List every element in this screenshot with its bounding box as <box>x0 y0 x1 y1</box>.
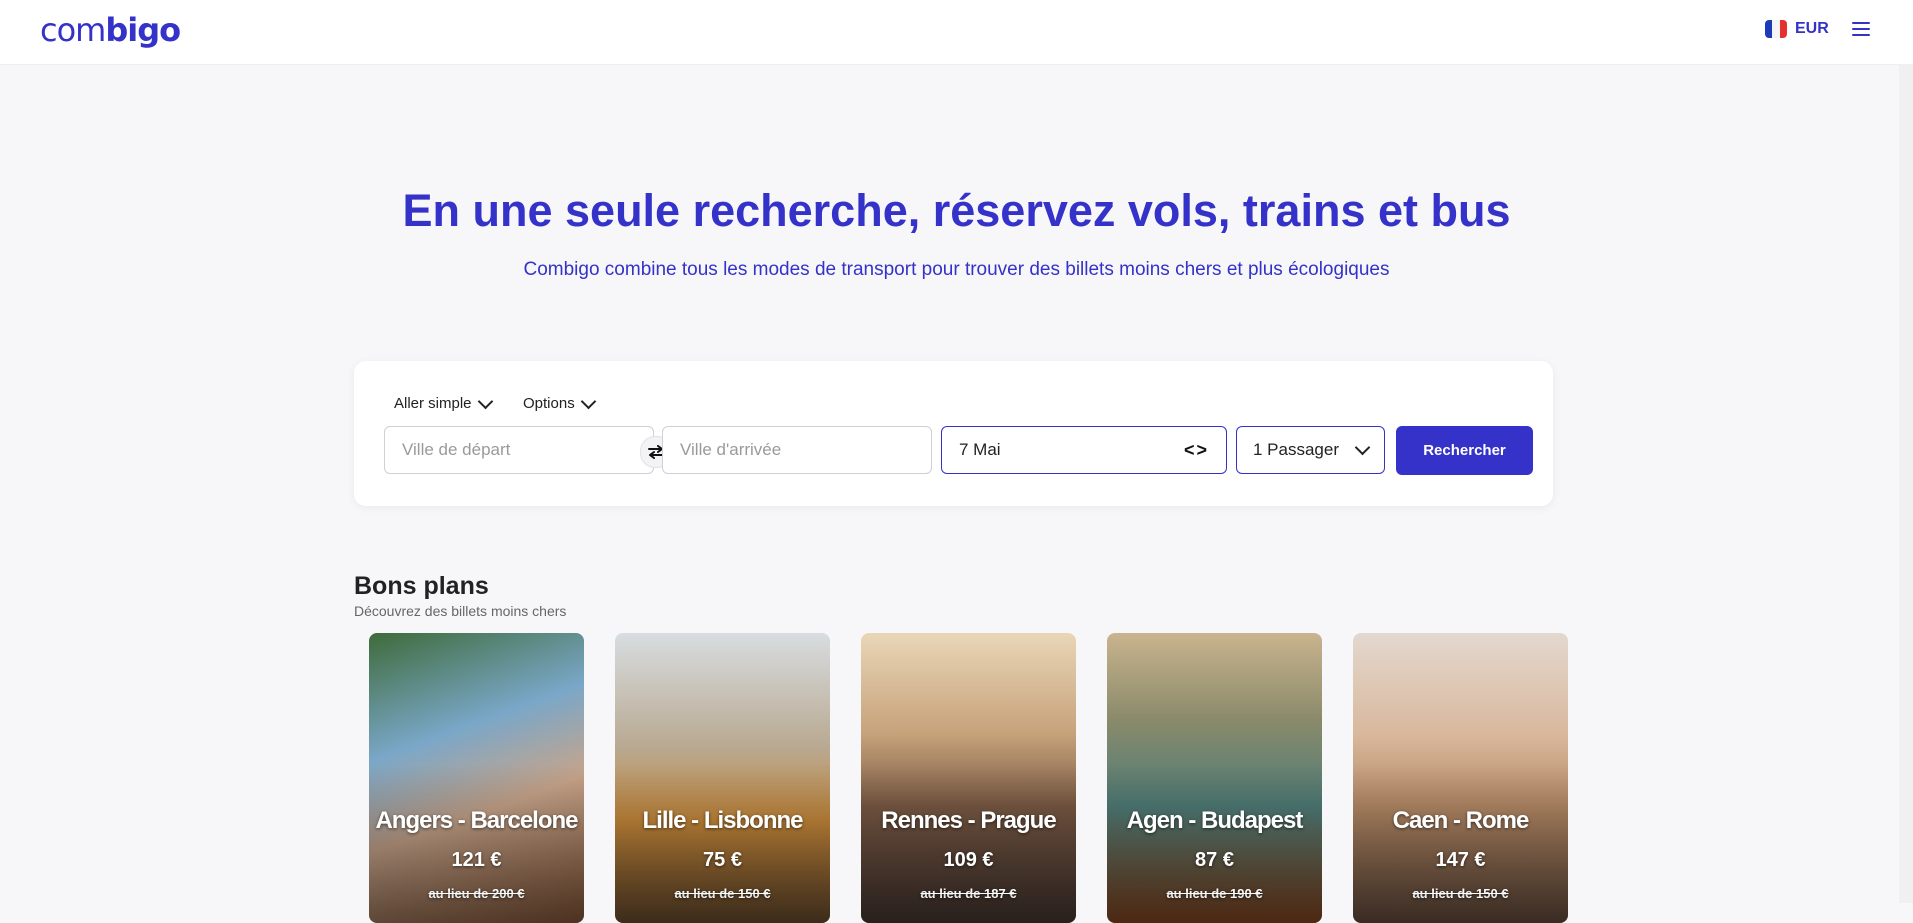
chevron-down-icon <box>1354 439 1371 456</box>
date-picker[interactable]: 7 Mai <> <box>941 426 1227 474</box>
hamburger-menu-icon[interactable] <box>1852 22 1870 38</box>
france-flag-icon <box>1765 20 1787 38</box>
deal-old-price: au lieu de 190 € <box>1166 886 1263 901</box>
deal-old-price: au lieu de 187 € <box>920 886 1017 901</box>
passengers-value: 1 Passager <box>1253 440 1339 459</box>
deal-card[interactable]: Rennes - Prague 109 € au lieu de 187 € <box>861 633 1076 923</box>
deals-title: Bons plans <box>354 572 489 600</box>
departure-city-input[interactable] <box>384 426 654 474</box>
deal-price: 87 € <box>1195 849 1234 871</box>
deal-route: Rennes - Prague <box>881 807 1056 834</box>
deal-card[interactable]: Agen - Budapest 87 € au lieu de 190 € <box>1107 633 1322 923</box>
deal-old-price: au lieu de 200 € <box>428 886 525 901</box>
options-label: Options <box>523 395 575 412</box>
date-value: 7 Mai <box>959 440 1001 459</box>
chevron-down-icon <box>477 393 493 409</box>
deal-card[interactable]: Angers - Barcelone 121 € au lieu de 200 … <box>369 633 584 923</box>
chevron-down-icon <box>580 393 596 409</box>
passengers-select[interactable]: 1 Passager <box>1236 426 1385 474</box>
options-dropdown[interactable]: Options <box>523 393 596 412</box>
deal-route: Caen - Rome <box>1392 807 1530 834</box>
logo-text-bold: bigo <box>105 11 181 49</box>
deal-price: 121 € <box>451 849 502 871</box>
date-prev-next-icon[interactable]: <> <box>1184 440 1209 461</box>
deals-subtitle: Découvrez des billets moins chers <box>354 603 567 619</box>
search-button[interactable]: Rechercher <box>1396 426 1533 475</box>
trip-type-label: Aller simple <box>394 395 472 412</box>
currency-label: EUR <box>1795 20 1829 37</box>
deals-carousel: Angers - Barcelone 121 € au lieu de 200 … <box>369 633 1570 923</box>
deal-old-price: au lieu de 150 € <box>674 886 771 901</box>
combigo-logo[interactable]: combigo <box>40 10 181 50</box>
deal-route: Lille - Lisbonne <box>642 807 803 834</box>
top-header: combigo EUR <box>0 0 1913 65</box>
trip-type-dropdown[interactable]: Aller simple <box>394 393 493 412</box>
search-panel: Aller simple Options 7 Mai <> 1 Passager… <box>354 361 1553 506</box>
deal-price: 109 € <box>943 849 994 871</box>
logo-text-light: com <box>40 11 106 49</box>
deal-price: 75 € <box>703 849 742 871</box>
deal-card[interactable]: Lille - Lisbonne 75 € au lieu de 150 € <box>615 633 830 923</box>
deal-route: Angers - Barcelone <box>375 807 578 834</box>
deal-route: Agen - Budapest <box>1126 807 1304 834</box>
hero-subtitle: Combigo combine tous les modes de transp… <box>523 259 1390 280</box>
deal-price: 147 € <box>1435 849 1486 871</box>
deal-card[interactable]: Caen - Rome 147 € au lieu de 150 € <box>1353 633 1568 923</box>
hero-title: En une seule recherche, réservez vols, t… <box>402 185 1511 236</box>
arrival-city-input[interactable] <box>662 426 932 474</box>
deal-old-price: au lieu de 150 € <box>1412 886 1509 901</box>
currency-selector[interactable]: EUR <box>1765 20 1829 38</box>
